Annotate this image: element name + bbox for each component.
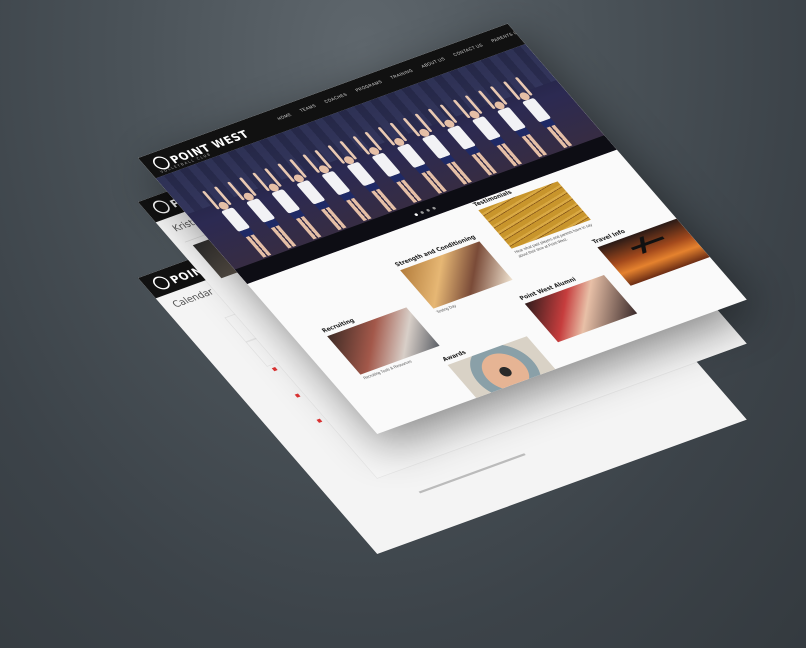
mockup-stage: POINT WEST Calendar POINT WEST Kristina … xyxy=(0,0,806,648)
strength-image xyxy=(400,241,513,309)
recruiting-image xyxy=(327,307,440,375)
nav-training[interactable]: TRAINING xyxy=(390,69,415,80)
airplane-icon xyxy=(630,236,665,251)
travel-image xyxy=(597,218,710,286)
nav-about[interactable]: ABOUT US xyxy=(421,57,447,69)
nav-programs[interactable]: PROGRAMS xyxy=(355,80,384,93)
travel-card[interactable]: Travel Info xyxy=(591,211,710,286)
calendar-footer-link[interactable] xyxy=(418,453,526,494)
event-marker xyxy=(271,367,278,372)
nav-coaches[interactable]: COACHES xyxy=(324,93,349,105)
nav-home[interactable]: HOME xyxy=(277,113,293,121)
strength-card[interactable]: Strength and Conditioning Testing Day xyxy=(393,234,518,316)
event-marker xyxy=(316,418,323,423)
alumni-image xyxy=(524,275,638,343)
recruiting-card[interactable]: Recruiting Recruiting Tools & Resources xyxy=(320,300,445,382)
nav-contact[interactable]: CONTACT US xyxy=(453,43,485,57)
nav-teams[interactable]: TEAMS xyxy=(299,104,317,113)
event-marker xyxy=(294,393,301,398)
nav-parents-login[interactable]: PARENTS LOGIN xyxy=(491,27,530,44)
alumni-card[interactable]: Point West Alumni xyxy=(518,267,638,343)
